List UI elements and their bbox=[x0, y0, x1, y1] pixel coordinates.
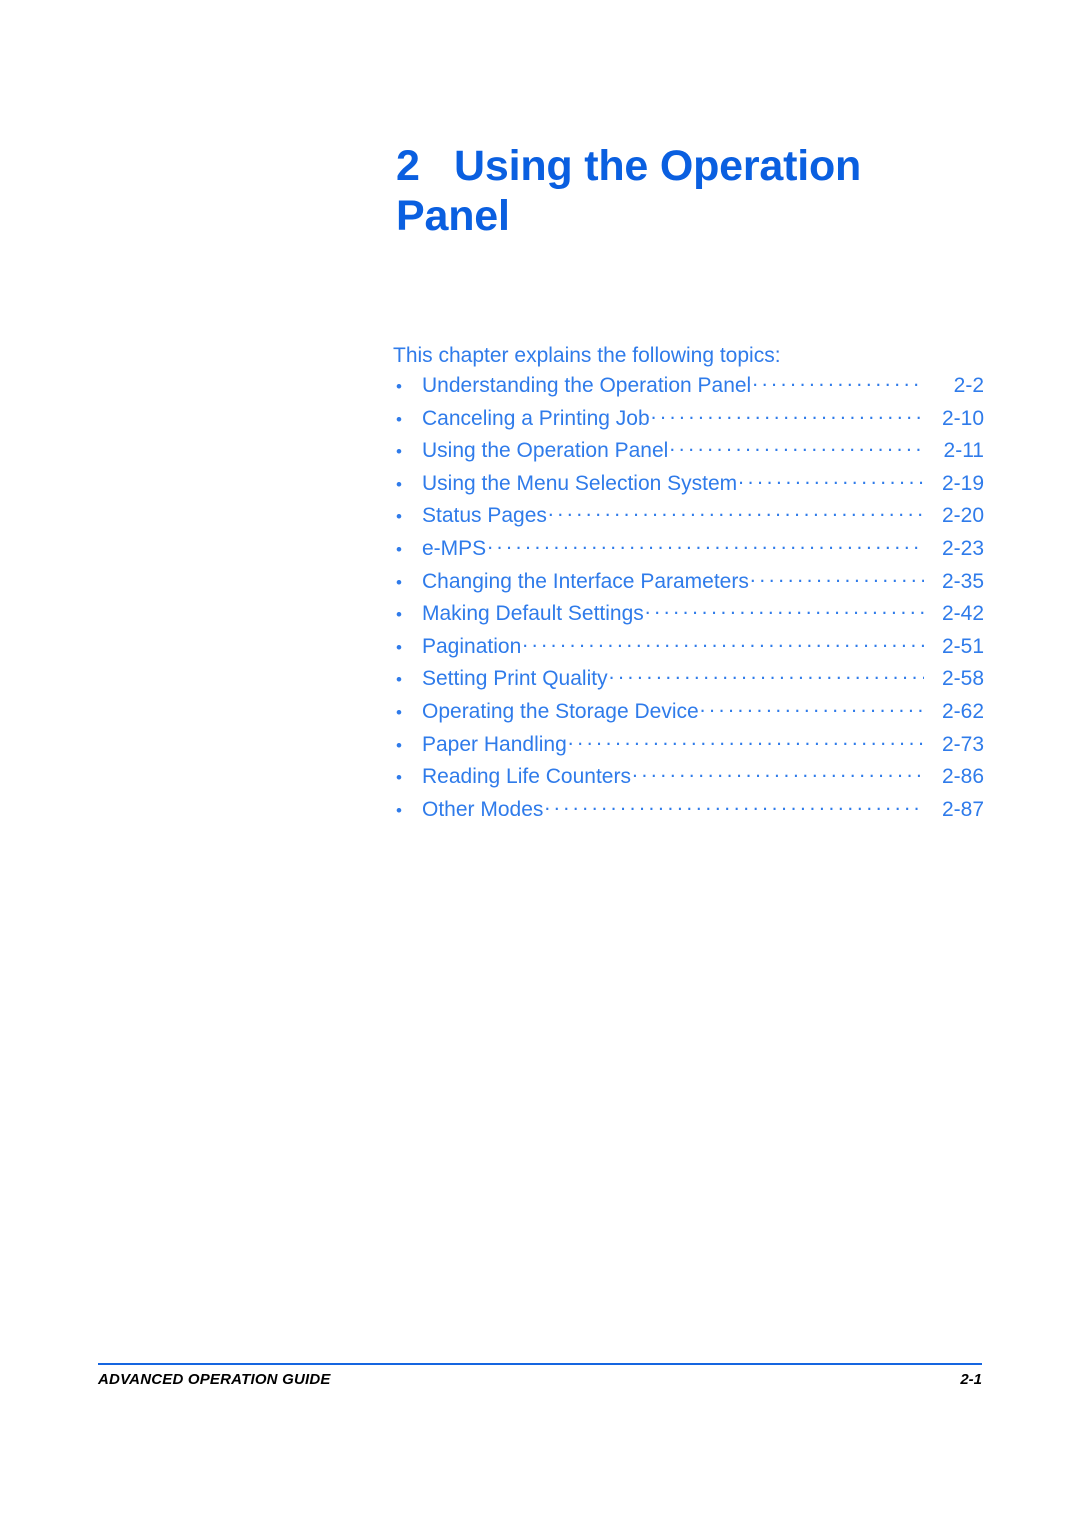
toc-entry-page: 2-42 bbox=[941, 602, 984, 626]
toc-entry[interactable]: • Canceling a Printing Job 2-10 bbox=[396, 404, 984, 437]
toc-entry-label: Making Default Settings bbox=[422, 602, 644, 626]
toc-entry[interactable]: • Reading Life Counters 2-86 bbox=[396, 762, 984, 795]
bullet-icon: • bbox=[396, 735, 402, 755]
toc-entry-label: Paper Handling bbox=[422, 732, 567, 756]
toc-dot-leader bbox=[669, 436, 924, 457]
toc-entry[interactable]: • Changing the Interface Parameters 2-35 bbox=[396, 567, 984, 600]
toc-entry[interactable]: • Understanding the Operation Panel 2-2 bbox=[396, 371, 984, 404]
toc-dot-leader bbox=[548, 501, 924, 522]
toc-entry-page: 2-35 bbox=[941, 569, 984, 593]
toc-entry-label: Operating the Storage Device bbox=[422, 699, 699, 723]
toc-dot-leader bbox=[700, 697, 924, 718]
toc-entry-label: Other Modes bbox=[422, 797, 544, 821]
bullet-icon: • bbox=[396, 539, 402, 559]
chapter-intro-text: This chapter explains the following topi… bbox=[393, 344, 781, 367]
toc-entry[interactable]: • e-MPS 2-23 bbox=[396, 534, 984, 567]
toc-entry-label: Pagination bbox=[422, 634, 522, 658]
toc-entry[interactable]: • Setting Print Quality 2-58 bbox=[396, 664, 984, 697]
toc-entry-page: 2-51 bbox=[941, 634, 984, 658]
toc-dot-leader bbox=[632, 762, 924, 783]
bullet-icon: • bbox=[396, 474, 402, 494]
toc-entry-label: Canceling a Printing Job bbox=[422, 406, 650, 430]
toc-entry-label: Setting Print Quality bbox=[422, 667, 608, 691]
toc-entry[interactable]: • Pagination 2-51 bbox=[396, 632, 984, 665]
toc-dot-leader bbox=[609, 664, 924, 685]
bullet-icon: • bbox=[396, 377, 402, 396]
toc-entry-page: 2-58 bbox=[941, 667, 984, 691]
toc-dot-leader bbox=[568, 730, 924, 751]
toc-entry-page: 2-19 bbox=[941, 471, 984, 495]
footer-guide-name: ADVANCED OPERATION GUIDE bbox=[98, 1371, 331, 1388]
table-of-contents: • Understanding the Operation Panel 2-2 • Ca… bbox=[396, 371, 984, 827]
toc-entry[interactable]: • Other Modes 2-87 bbox=[396, 795, 984, 828]
toc-entry-page: 2-2 bbox=[953, 374, 984, 397]
bullet-icon: • bbox=[396, 637, 402, 657]
toc-entry-page: 2-10 bbox=[941, 406, 984, 430]
toc-dot-leader bbox=[645, 599, 924, 620]
chapter-title-text: Using the Operation Panel bbox=[396, 141, 862, 240]
toc-entry-page: 2-11 bbox=[943, 439, 984, 463]
toc-dot-leader bbox=[522, 632, 924, 653]
toc-entry-page: 2-23 bbox=[941, 536, 984, 560]
toc-entry-page: 2-87 bbox=[941, 797, 984, 821]
bullet-icon: • bbox=[396, 768, 402, 788]
page-title: 2 Using the Operation Panel bbox=[396, 141, 896, 241]
toc-dot-leader bbox=[738, 469, 924, 490]
toc-dot-leader bbox=[487, 534, 924, 555]
toc-entry-page: 2-86 bbox=[941, 765, 984, 789]
toc-entry-label: Understanding the Operation Panel bbox=[422, 374, 752, 397]
document-page: 2 Using the Operation Panel This chapter … bbox=[0, 0, 1080, 1528]
bullet-icon: • bbox=[396, 572, 402, 592]
toc-entry[interactable]: • Using the Operation Panel 2-11 bbox=[396, 436, 984, 469]
toc-entry-page: 2-20 bbox=[941, 504, 984, 528]
bullet-icon: • bbox=[396, 605, 402, 625]
toc-entry[interactable]: • Status Pages 2-20 bbox=[396, 501, 984, 534]
bullet-icon: • bbox=[396, 670, 402, 690]
toc-entry-label: e-MPS bbox=[422, 536, 487, 560]
toc-dot-leader bbox=[651, 404, 924, 425]
footer-divider bbox=[98, 1363, 982, 1365]
toc-entry[interactable]: • Using the Menu Selection System 2-19 bbox=[396, 469, 984, 502]
toc-entry-label: Using the Menu Selection System bbox=[422, 471, 738, 495]
toc-entry[interactable]: • Making Default Settings 2-42 bbox=[396, 599, 984, 632]
toc-dot-leader bbox=[752, 371, 924, 392]
toc-entry-label: Status Pages bbox=[422, 504, 547, 528]
bullet-icon: • bbox=[396, 442, 402, 462]
toc-entry-page: 2-62 bbox=[941, 699, 984, 723]
bullet-icon: • bbox=[396, 507, 402, 527]
chapter-number: 2 bbox=[396, 141, 420, 190]
bullet-icon: • bbox=[396, 702, 402, 722]
footer-page-number: 2-1 bbox=[960, 1371, 982, 1388]
toc-entry-label: Changing the Interface Parameters bbox=[422, 569, 749, 593]
toc-entry-label: Reading Life Counters bbox=[422, 765, 631, 789]
bullet-icon: • bbox=[396, 800, 402, 820]
toc-entry[interactable]: • Operating the Storage Device 2-62 bbox=[396, 697, 984, 730]
toc-entry[interactable]: • Paper Handling 2-73 bbox=[396, 730, 984, 763]
toc-dot-leader bbox=[544, 795, 924, 816]
toc-entry-label: Using the Operation Panel bbox=[422, 439, 669, 463]
toc-entry-page: 2-73 bbox=[941, 732, 984, 756]
toc-dot-leader bbox=[750, 567, 924, 588]
bullet-icon: • bbox=[396, 409, 402, 429]
